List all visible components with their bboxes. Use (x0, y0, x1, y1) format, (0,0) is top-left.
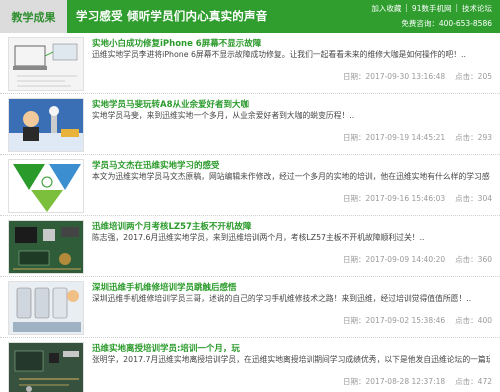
article-views: 点击：293 (455, 133, 492, 142)
link-separator: | (455, 3, 458, 12)
list-item: 实地小白成功修复iPhone 6屏幕不显示故障 迅维实地学员李进将iPhone … (0, 33, 500, 94)
article-date: 日期：2017-09-02 15:38:46 (343, 316, 446, 325)
article-meta: 日期：2017-09-16 15:46:03 点击：304 (343, 193, 492, 204)
article-meta: 日期：2017-09-19 14:45:21 点击：293 (343, 132, 492, 143)
article-views: 点击：205 (455, 72, 492, 81)
hotline-text: 免费咨询：400-653-8586 (401, 19, 492, 28)
section-headline: 学习感受 倾听学员们内心真实的声音 (76, 9, 268, 23)
list-item: 深圳迅维手机维修培训学员跳触后感悟 深圳迅维手机维修培训学员三哥，述说的自己的学… (0, 277, 500, 338)
section-badge[interactable]: 教学成果 (0, 0, 67, 33)
article-thumbnail[interactable] (8, 159, 84, 213)
mobile-site-link[interactable]: 91数手机网 (412, 3, 452, 14)
page-header: 教学成果 学习感受 倾听学员们内心真实的声音 加入收藏 | 91数手机网 | 技… (0, 0, 500, 33)
article-summary: 陈志强，2017.6月迅维实地学员，来到迅维培训两个月，考核LZ57主板不开机故… (92, 233, 425, 242)
article-date: 日期：2017-09-30 13:16:48 (343, 72, 446, 81)
article-thumbnail[interactable] (8, 98, 84, 152)
list-item: 迅维实地离授培训学员:培训一个月，玩 张明学，2017.7月迅维实地离授培训学员… (0, 338, 500, 392)
article-title[interactable]: 迅维培训两个月考核LZ57主板不开机故障 (92, 220, 251, 232)
article-thumbnail[interactable] (8, 37, 84, 91)
article-date: 日期：2017-09-16 15:46:03 (343, 194, 446, 203)
article-thumbnail[interactable] (8, 342, 84, 392)
article-title[interactable]: 迅维实地离授培训学员:培训一个月，玩 (92, 342, 240, 354)
article-views: 点击：360 (455, 255, 492, 264)
list-item: 学员马文杰在迅维实地学习的感受 本文为迅维实地学员马文杰原稿，网站编辑未作修改，… (0, 155, 500, 216)
article-title[interactable]: 学员马文杰在迅维实地学习的感受 (92, 159, 220, 171)
article-summary: 本文为迅维实地学员马文杰原稿，网站编辑未作修改，经过一个多月的实地的培训，他在迅… (92, 172, 490, 181)
article-thumbnail[interactable] (8, 281, 84, 335)
article-views: 点击：400 (455, 316, 492, 325)
article-date: 日期：2017-09-19 14:45:21 (343, 133, 446, 142)
article-date: 日期：2017-08-28 12:37:18 (343, 377, 446, 386)
article-views: 点击：472 (455, 377, 492, 386)
article-summary: 张明学，2017.7月迅维实地离授培训学员，在迅维实地离授培训期间学习成绩优秀，… (92, 355, 490, 364)
article-views: 点击：304 (455, 194, 492, 203)
article-meta: 日期：2017-09-02 15:38:46 点击：400 (343, 315, 492, 326)
forum-link[interactable]: 技术论坛 (462, 3, 492, 14)
article-summary: 实地学员马斐，来到迅维实地一个多月，从业余爱好者到大咖的蜕变历程！.. (92, 111, 355, 120)
article-summary: 深圳迅维手机维修培训学员三哥，述说的自己的学习手机维修技术之路！来到迅维，经过培… (92, 294, 472, 303)
article-meta: 日期：2017-08-28 12:37:18 点击：472 (343, 376, 492, 387)
add-favorite-link[interactable]: 加入收藏 (371, 3, 401, 14)
list-item: 迅维培训两个月考核LZ57主板不开机故障 陈志强，2017.6月迅维实地学员，来… (0, 216, 500, 277)
article-thumbnail[interactable] (8, 220, 84, 274)
link-separator: | (405, 3, 408, 12)
article-meta: 日期：2017-09-30 13:16:48 点击：205 (343, 71, 492, 82)
article-title[interactable]: 实地学员马斐玩转A8从业余爱好者到大咖 (92, 98, 249, 110)
top-links: 加入收藏 | 91数手机网 | 技术论坛 (371, 3, 492, 14)
article-summary: 迅维实地学员李进将iPhone 6屏幕不显示故障成功修复。让我们一起看看未来的维… (92, 50, 466, 59)
article-title[interactable]: 深圳迅维手机维修培训学员跳触后感悟 (92, 281, 237, 293)
article-title[interactable]: 实地小白成功修复iPhone 6屏幕不显示故障 (92, 37, 261, 49)
article-date: 日期：2017-09-09 14:40:20 (343, 255, 446, 264)
list-item: 实地学员马斐玩转A8从业余爱好者到大咖 实地学员马斐，来到迅维实地一个多月，从业… (0, 94, 500, 155)
article-list: 实地小白成功修复iPhone 6屏幕不显示故障 迅维实地学员李进将iPhone … (0, 33, 500, 392)
article-meta: 日期：2017-09-09 14:40:20 点击：360 (343, 254, 492, 265)
